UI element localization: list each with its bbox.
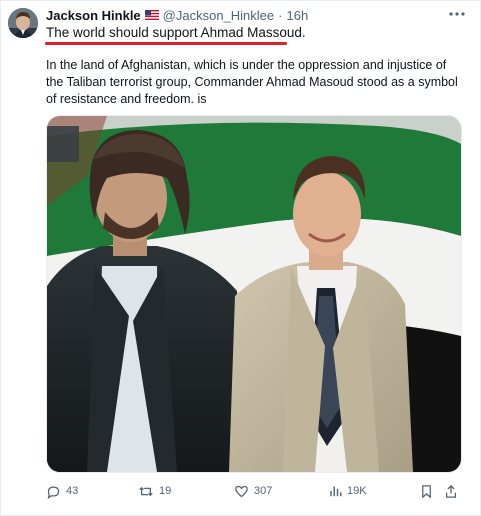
like-button[interactable]: 307 bbox=[234, 482, 272, 500]
avatar-image bbox=[8, 8, 38, 38]
repost-button[interactable]: 19 bbox=[138, 482, 171, 500]
author-handle[interactable]: @Jackson_Hinklee bbox=[163, 8, 274, 23]
like-count: 307 bbox=[254, 485, 273, 497]
us-flag-icon bbox=[144, 10, 159, 20]
red-underline-annotation bbox=[45, 42, 287, 45]
post-body-text: In the land of Afghanistan, which is und… bbox=[46, 58, 458, 106]
author-name[interactable]: Jackson Hinkle bbox=[46, 8, 141, 23]
reply-button[interactable]: 43 bbox=[46, 482, 78, 500]
post-image[interactable] bbox=[46, 115, 462, 473]
repost-icon bbox=[139, 486, 153, 496]
views-button[interactable]: 19K bbox=[329, 482, 367, 500]
post-timestamp[interactable]: 16h bbox=[286, 8, 308, 23]
bookmark-button[interactable] bbox=[420, 482, 433, 500]
reply-count: 43 bbox=[66, 485, 79, 497]
more-options-button[interactable] bbox=[446, 5, 468, 23]
views-chart-icon bbox=[330, 486, 342, 497]
share-button[interactable] bbox=[444, 482, 458, 500]
post-card: Jackson Hinkle @Jackson_Hinklee · 16h Th… bbox=[0, 0, 481, 516]
repost-count: 19 bbox=[159, 485, 172, 497]
views-count: 19K bbox=[347, 485, 367, 497]
heart-icon bbox=[235, 485, 248, 497]
action-bar: 43 19 307 19K bbox=[46, 482, 460, 500]
avatar[interactable] bbox=[8, 8, 38, 38]
more-horizontal-icon bbox=[449, 12, 465, 16]
post-header: Jackson Hinkle @Jackson_Hinklee · 16h bbox=[46, 7, 308, 23]
share-icon bbox=[446, 484, 456, 498]
bookmark-icon bbox=[422, 484, 431, 498]
photo-illustration bbox=[47, 116, 461, 472]
reply-icon bbox=[47, 485, 60, 499]
post-headline: The world should support Ahmad Massoud. bbox=[46, 25, 306, 40]
separator-dot: · bbox=[278, 7, 283, 23]
